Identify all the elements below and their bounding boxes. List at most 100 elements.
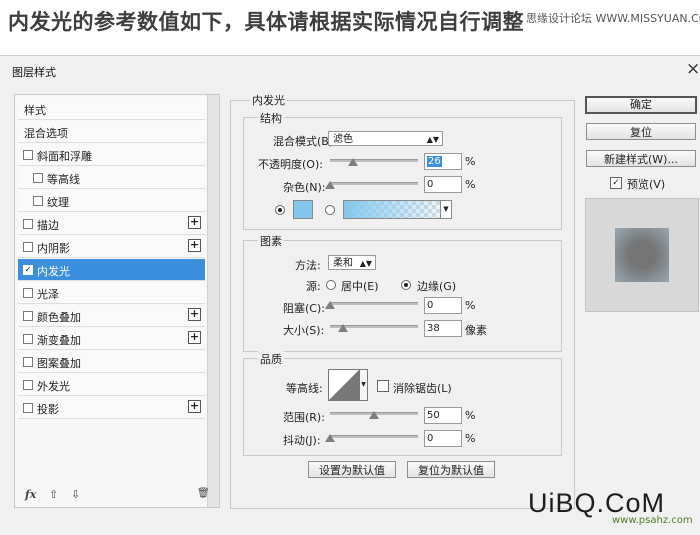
list-item-label: 等高线 [47, 173, 80, 186]
list-item-label: 图案叠加 [37, 357, 81, 370]
choke-slider[interactable] [330, 302, 418, 305]
list-item-texture[interactable]: 纹理 [18, 190, 205, 212]
size-unit: 像素 [465, 324, 487, 337]
opacity-label: 不透明度(O): [258, 158, 323, 171]
range-input[interactable]: 50 [424, 407, 462, 424]
noise-slider-thumb[interactable] [325, 181, 335, 189]
list-item-inner-shadow[interactable]: 内阴影 + [18, 236, 205, 258]
checkbox[interactable] [23, 357, 33, 367]
layer-style-dialog: 图层样式 × 样式 混合选项 斜面和浮雕 等高线 纹理 描边 + 内阴影 + ✓ 内发… [0, 55, 700, 535]
list-item-label: 样式 [24, 104, 46, 117]
gradient-preview[interactable] [343, 200, 442, 219]
jitter-slider[interactable] [330, 435, 418, 438]
noise-input[interactable]: 0 [424, 176, 462, 193]
list-item-outer-glow[interactable]: 外发光 [18, 374, 205, 396]
add-icon[interactable]: + [188, 331, 201, 344]
opacity-slider-thumb[interactable] [347, 158, 358, 166]
antialias-checkbox[interactable] [377, 380, 389, 392]
preview-label: 预览(V) [627, 178, 666, 191]
list-item-color-overlay[interactable]: 颜色叠加 + [18, 305, 205, 327]
trash-icon[interactable]: 🗑 [197, 488, 210, 499]
list-item-label: 光泽 [37, 288, 59, 301]
source-edge-radio[interactable] [401, 280, 411, 290]
add-icon[interactable]: + [188, 216, 201, 229]
glow-color-swatch[interactable] [293, 200, 313, 219]
checkbox[interactable] [33, 173, 43, 183]
jitter-label: 抖动(J): [283, 434, 321, 447]
range-label: 范围(R): [283, 411, 325, 424]
add-icon[interactable]: + [188, 400, 201, 413]
move-down-icon[interactable]: ⇩ [71, 488, 80, 501]
opacity-value: 26 [427, 156, 442, 167]
list-item-label: 内阴影 [37, 242, 70, 255]
make-default-button[interactable]: 设置为默认值 [308, 461, 396, 478]
list-scrollbar[interactable] [207, 95, 219, 507]
preview-checkbox[interactable]: ✓ [610, 177, 622, 189]
color-mode-radio[interactable] [275, 205, 285, 215]
technique-select[interactable]: 柔和 ▲▼ [328, 255, 376, 270]
checkbox[interactable] [23, 219, 33, 229]
checkbox[interactable] [23, 334, 33, 344]
chevron-down-icon[interactable]: ▼ [359, 369, 368, 401]
range-slider-thumb[interactable] [369, 411, 379, 419]
ok-button[interactable]: 确定 [585, 96, 697, 114]
source-edge-label: 边缘(G) [417, 280, 457, 293]
dialog-title: 图层样式 [12, 66, 56, 79]
move-up-icon[interactable]: ⇧ [49, 488, 58, 501]
chevron-down-icon[interactable]: ▼ [440, 200, 452, 219]
new-style-button[interactable]: 新建样式(W)... [586, 150, 696, 167]
jitter-slider-thumb[interactable] [325, 434, 335, 442]
percent-unit: % [465, 409, 476, 422]
list-item-stroke[interactable]: 描边 + [18, 213, 205, 235]
list-item-satin[interactable]: 光泽 [18, 282, 205, 304]
list-item-contour[interactable]: 等高线 [18, 167, 205, 189]
checkbox[interactable] [23, 403, 33, 413]
size-slider-thumb[interactable] [338, 324, 349, 332]
add-icon[interactable]: + [188, 308, 201, 321]
opacity-slider[interactable] [330, 159, 418, 162]
checkbox[interactable] [23, 242, 33, 252]
list-item-label: 外发光 [37, 380, 70, 393]
reset-button[interactable]: 复位 [586, 123, 696, 140]
list-item-blending-options[interactable]: 混合选项 [18, 121, 205, 143]
list-item-drop-shadow[interactable]: 投影 + [18, 397, 205, 419]
source-center-radio[interactable] [326, 280, 336, 290]
checkbox[interactable] [23, 311, 33, 321]
chevron-updown-icon: ▲▼ [359, 259, 372, 268]
checkbox[interactable] [23, 288, 33, 298]
noise-slider[interactable] [330, 182, 418, 185]
list-item-label: 渐变叠加 [37, 334, 81, 347]
checkbox-checked[interactable]: ✓ [23, 265, 33, 275]
list-item-pattern-overlay[interactable]: 图案叠加 [18, 351, 205, 373]
percent-unit: % [465, 299, 476, 312]
contour-label: 等高线: [286, 382, 323, 395]
group-title: 图素 [258, 233, 284, 249]
percent-unit: % [465, 178, 476, 191]
preview-thumbnail [615, 228, 669, 282]
reset-default-button[interactable]: 复位为默认值 [407, 461, 495, 478]
size-input[interactable]: 38 [424, 320, 462, 337]
list-item-bevel-emboss[interactable]: 斜面和浮雕 [18, 144, 205, 166]
checkbox[interactable] [23, 150, 33, 160]
list-item-gradient-overlay[interactable]: 渐变叠加 + [18, 328, 205, 350]
percent-unit: % [465, 155, 476, 168]
choke-input[interactable]: 0 [424, 297, 462, 314]
checkbox[interactable] [33, 196, 43, 206]
add-icon[interactable]: + [188, 239, 201, 252]
choke-slider-thumb[interactable] [325, 301, 335, 309]
close-icon[interactable]: × [686, 59, 700, 79]
blend-mode-select[interactable]: 滤色 ▲▼ [328, 131, 443, 146]
list-item-inner-glow[interactable]: ✓ 内发光 [18, 259, 205, 281]
list-item-styles[interactable]: 样式 [18, 98, 205, 120]
size-label: 大小(S): [283, 324, 325, 337]
source-label: 源: [306, 280, 321, 293]
checkbox[interactable] [23, 380, 33, 390]
jitter-input[interactable]: 0 [424, 430, 462, 447]
list-item-label: 颜色叠加 [37, 311, 81, 324]
contour-preview[interactable] [328, 369, 360, 401]
noise-label: 杂色(N): [283, 181, 326, 194]
fx-icon[interactable]: fx [25, 488, 36, 501]
gradient-mode-radio[interactable] [325, 205, 335, 215]
style-preview [585, 198, 699, 312]
opacity-input[interactable]: 26 [424, 153, 462, 170]
